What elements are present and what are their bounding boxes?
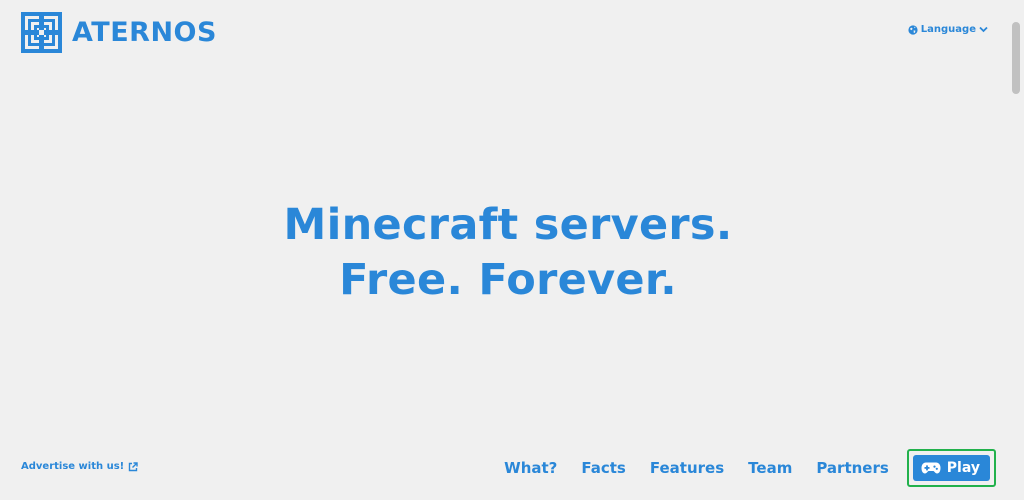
brand-logo-link[interactable]: ATERNOS <box>21 12 217 53</box>
hero-line-2: Free. Forever. <box>339 255 677 305</box>
chevron-down-icon <box>979 26 988 33</box>
play-label: Play <box>946 460 980 476</box>
external-link-icon <box>129 461 138 471</box>
nav-link-facts[interactable]: Facts <box>581 459 625 477</box>
gamepad-icon <box>921 462 941 474</box>
language-selector[interactable]: Language <box>908 24 988 35</box>
hero-line-1: Minecraft servers. <box>283 200 733 250</box>
globe-icon <box>908 24 918 35</box>
scrollbar-thumb[interactable] <box>1012 22 1020 94</box>
advertise-label: Advertise with us! <box>21 461 125 472</box>
footer-nav: What? Facts Features Team Partners Play <box>504 449 996 487</box>
play-button[interactable]: Play <box>912 455 990 481</box>
nav-link-partners[interactable]: Partners <box>816 459 888 477</box>
page: ATERNOS Language Minecraft servers. Free… <box>0 0 1024 500</box>
nav-link-team[interactable]: Team <box>748 459 792 477</box>
play-button-highlight: Play <box>906 449 996 487</box>
advertise-link[interactable]: Advertise with us! <box>21 461 138 472</box>
nav-link-what[interactable]: What? <box>504 459 557 477</box>
language-label: Language <box>920 24 976 35</box>
brand-name: ATERNOS <box>72 17 217 48</box>
aternos-logo-icon <box>21 12 62 53</box>
hero-headline: Minecraft servers. Free. Forever. <box>0 198 1016 308</box>
nav-link-features[interactable]: Features <box>650 459 724 477</box>
